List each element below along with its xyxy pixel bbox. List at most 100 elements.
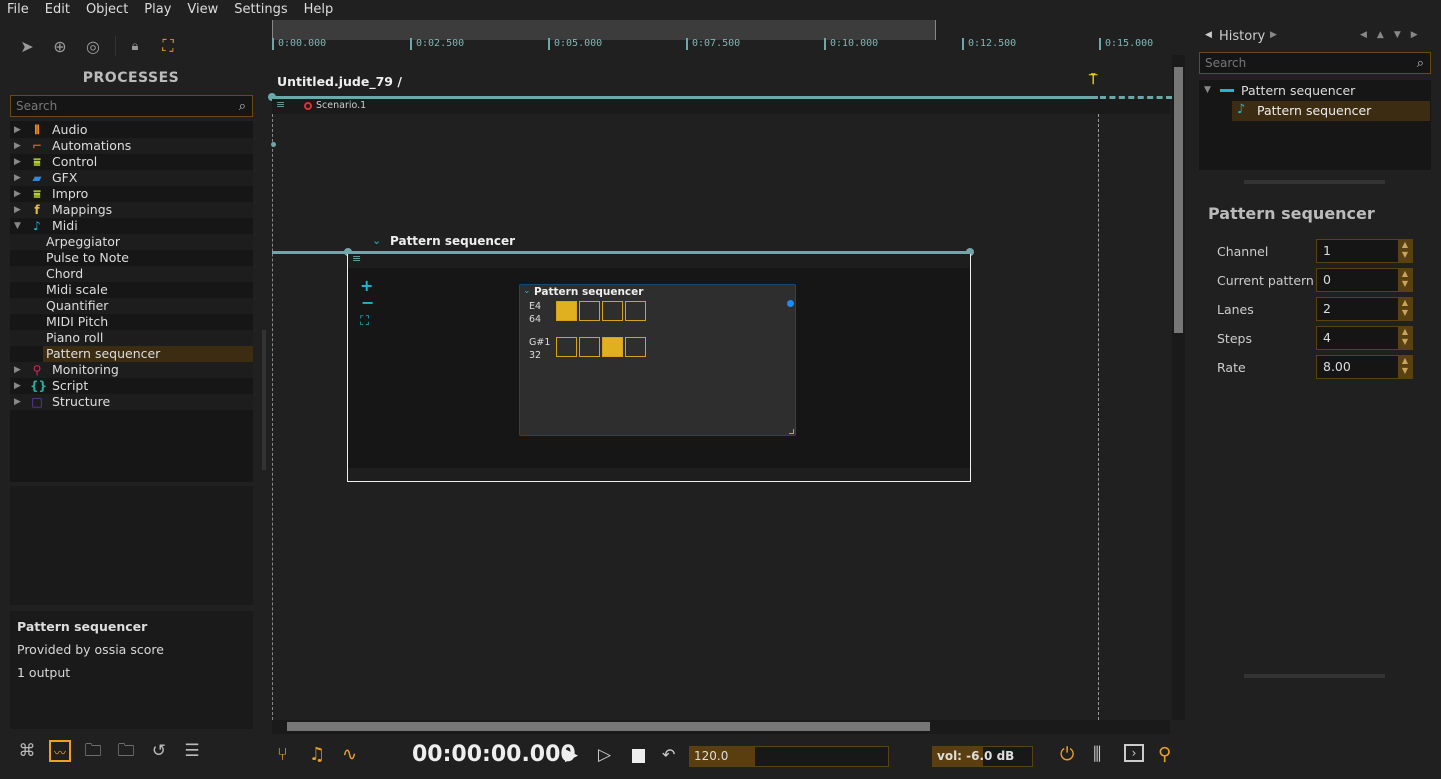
search-panel-icon[interactable]: ⚲ [1158,744,1171,765]
param-spinbox[interactable]: 0 ▲ ▼ [1316,268,1413,292]
tree-parent[interactable]: Pattern sequencer [1241,83,1355,98]
process-item[interactable]: Arpeggiator [10,234,253,250]
process-item[interactable]: Piano roll [10,330,253,346]
tab-history[interactable]: History [1219,29,1265,44]
collapse-chevron-icon[interactable]: ⌄ [372,234,381,247]
param-spinbox[interactable]: 4 ▲ ▼ [1316,326,1413,350]
collapsed-arrow-icon[interactable]: ▶ [14,186,21,202]
slot-menu-icon[interactable]: ≡ [352,252,361,265]
step-cell[interactable] [556,337,577,357]
spin-arrows-icon[interactable]: ▲ ▼ [1398,356,1412,378]
process-item[interactable]: MIDI Pitch [10,314,253,330]
step-cell[interactable] [579,337,600,357]
menu-object[interactable]: Object [78,0,136,20]
category-gfx[interactable]: ▶ ▰ GFX [10,170,253,186]
expanded-arrow-icon[interactable]: ▼ [14,218,21,234]
category-mappings[interactable]: ▶ f Mappings [10,202,253,218]
menu-help[interactable]: Help [296,0,342,20]
step-cell[interactable] [602,337,623,357]
menu-view[interactable]: View [179,0,226,20]
lock-icon[interactable]: 🔒︎ [125,36,145,56]
node-collapse-icon[interactable]: ⌄ [523,286,531,296]
step-cell[interactable] [556,301,577,321]
menu-file[interactable]: File [0,0,37,20]
console-icon[interactable]: › [1124,744,1144,762]
stop-button[interactable] [632,749,645,763]
play-global-button[interactable]: ▷ [598,745,611,765]
process-item[interactable]: Midi scale [10,282,253,298]
history-search-input[interactable]: Search ⌕ [1199,52,1431,74]
process-item[interactable]: Chord [10,266,253,282]
spin-arrows-icon[interactable]: ▲ ▼ [1398,240,1412,262]
step-cell[interactable] [625,301,646,321]
process-search-input[interactable]: Search ⌕ [10,95,253,117]
category-impro[interactable]: ▶ ⩸ Impro [10,186,253,202]
step-cell[interactable] [602,301,623,321]
step-cell[interactable] [579,301,600,321]
timeline-minimap[interactable] [272,20,936,40]
param-spinbox[interactable]: 1 ▲ ▼ [1316,239,1413,263]
collapsed-arrow-icon[interactable]: ▶ [14,362,21,378]
category-automations[interactable]: ▶ ⌐ Automations [10,138,253,154]
state-dot[interactable] [271,142,276,147]
collapsed-arrow-icon[interactable]: ▶ [14,154,21,170]
output-port[interactable] [787,300,794,307]
spin-arrows-icon[interactable]: ▲ ▼ [1398,298,1412,320]
user-folder-icon[interactable]: 🗀 [82,740,104,762]
music-note-icon[interactable]: ♫ [309,744,325,765]
tab-next-icon[interactable]: ▶ [1270,30,1277,40]
tree-child-selected[interactable]: ♪ Pattern sequencer [1232,101,1430,121]
collapsed-arrow-icon[interactable]: ▶ [14,394,21,410]
spin-arrows-icon[interactable]: ▲ ▼ [1398,327,1412,349]
collapsed-arrow-icon[interactable]: ▶ [14,202,21,218]
category-monitoring[interactable]: ▶ ⚲ Monitoring [10,362,253,378]
fit-view-icon[interactable]: ⛶ [360,314,369,329]
menu-edit[interactable]: Edit [37,0,78,20]
process-item[interactable]: Pattern sequencer [43,346,253,362]
pointer-tool-icon[interactable]: ➤ [17,36,37,56]
category-audio[interactable]: ▶ ⦀ Audio [10,122,253,138]
power-icon[interactable]: ⏻ [1060,744,1074,765]
create-tool-icon[interactable]: ⊕ [50,36,70,56]
reinit-button[interactable]: ↶ [662,745,675,764]
pattern-sequencer-node[interactable]: ⌄ Pattern sequencer E4 64 G#1 32 [519,284,796,436]
collapsed-arrow-icon[interactable]: ▶ [14,170,21,186]
automation-tool-icon[interactable]: ∿ [342,744,357,765]
param-spinbox[interactable]: 2 ▲ ▼ [1316,297,1413,321]
zoom-out-icon[interactable]: − [361,293,374,312]
menu-icon[interactable]: ≡ [276,98,285,111]
step-cell[interactable] [625,337,646,357]
process-item[interactable]: Quantifier [10,298,253,314]
process-item[interactable]: Pulse to Note [10,250,253,266]
category-script[interactable]: ▶ {} Script [10,378,253,394]
folder-icon[interactable]: 🗀 [115,740,137,762]
scenario-tool-icon[interactable]: ⑂ [277,744,288,765]
collapsed-arrow-icon[interactable]: ▶ [14,138,21,154]
category-structure[interactable]: ▶ □ Structure [10,394,253,410]
tab-prev-icon[interactable]: ◀ [1205,30,1212,40]
collapsed-arrow-icon[interactable]: ▶ [14,122,21,138]
vertical-scrollbar[interactable] [1172,55,1185,720]
history-icon[interactable]: ↺ [148,740,170,762]
log-icon[interactable]: ☰ [181,740,203,762]
record-icon[interactable] [304,102,312,110]
slot-footer[interactable] [348,468,970,481]
resize-handle[interactable] [789,429,794,434]
curve-panel-icon[interactable]: 〰 [49,740,71,762]
category-midi[interactable]: ▼ ♪ Midi [10,218,253,234]
play-button[interactable]: ▶ [565,745,578,765]
expand-icon[interactable]: ▼ [1204,85,1211,95]
collapsed-arrow-icon[interactable]: ▶ [14,378,21,394]
category-control[interactable]: ▶ ⩸ Control [10,154,253,170]
playhead-icon[interactable]: ⍑ [1089,72,1097,88]
volume-slider[interactable]: vol: -6.0 dB [932,746,1033,767]
splitter[interactable] [1244,180,1385,184]
play-tool-icon[interactable]: ◎ [83,36,103,56]
history-nav-icons[interactable]: ◀▲▼▶ [1360,30,1428,40]
param-spinbox[interactable]: 8.00 ▲ ▼ [1316,355,1413,379]
tempo-slider[interactable]: 120.0 [689,746,889,767]
vertical-scroll-thumb[interactable] [1174,67,1183,333]
fit-icon[interactable]: ⌘ [16,740,38,762]
menu-play[interactable]: Play [136,0,179,20]
horizontal-scrollbar[interactable] [272,720,1170,734]
